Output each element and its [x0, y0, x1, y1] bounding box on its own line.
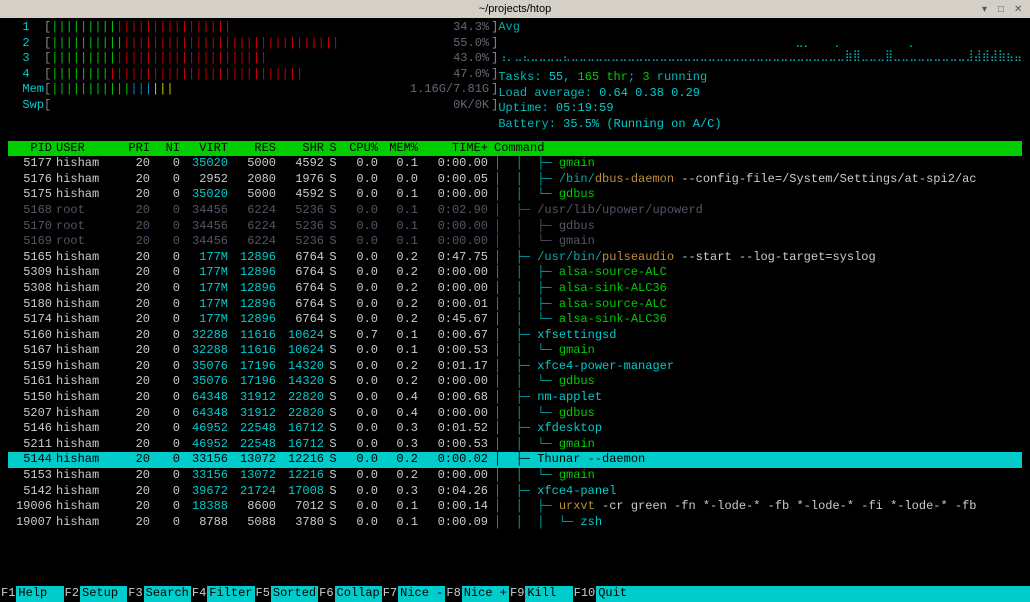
avg-label: Avg [498, 20, 1022, 36]
battery-line: Battery: 35.5% (Running on A/C) [498, 117, 1022, 133]
process-header-row[interactable]: PID USER PRI NI VIRT RES SHR S CPU% MEM%… [8, 141, 1022, 157]
cpu-meter-3: 3[||||||||||||||||||||||||||||||43.0%] [8, 51, 498, 67]
minimize-icon[interactable]: ▾ [982, 3, 994, 15]
flabel-f7[interactable]: Nice - [398, 586, 445, 602]
header-time[interactable]: TIME+ [420, 141, 490, 157]
process-row[interactable]: 5309hisham200177M128966764S0.00.20:00.00… [8, 265, 1022, 281]
process-row[interactable]: 5159hisham200350761719614320S0.00.20:01.… [8, 359, 1022, 375]
process-row[interactable]: 5308hisham200177M128966764S0.00.20:00.00… [8, 281, 1022, 297]
fkey-f3[interactable]: F3 [127, 586, 143, 602]
process-row[interactable]: 5180hisham200177M128966764S0.00.20:00.01… [8, 297, 1022, 313]
header-shr[interactable]: SHR [278, 141, 326, 157]
process-row[interactable]: 5167hisham200322881161610624S0.00.10:00.… [8, 343, 1022, 359]
process-row[interactable]: 5207hisham200643483191222820S0.00.40:00.… [8, 406, 1022, 422]
maximize-icon[interactable]: □ [998, 3, 1010, 15]
fkey-f2[interactable]: F2 [64, 586, 80, 602]
header-s[interactable]: S [326, 141, 340, 157]
uptime-line: Uptime: 05:19:59 [498, 101, 1022, 117]
terminal-body: 1[|||||||||||||||||||||||||34.3%] 2[||||… [0, 18, 1030, 532]
header-virt[interactable]: VIRT [182, 141, 230, 157]
fkey-f10[interactable]: F10 [573, 586, 597, 602]
header-mem[interactable]: MEM% [380, 141, 420, 157]
footer-filler [643, 586, 1030, 602]
cpu-graph-line1: ⣀⡀ ⢀ ⢀ [498, 36, 1022, 50]
process-row[interactable]: 19007hisham200878850883780S0.00.10:00.09… [8, 515, 1022, 531]
process-row[interactable]: 5146hisham200469522254816712S0.00.30:01.… [8, 421, 1022, 437]
header-cpu[interactable]: CPU% [340, 141, 380, 157]
process-list[interactable]: 5177hisham2003502050004592S0.00.10:00.00… [8, 156, 1022, 530]
header-cmd[interactable]: Command [490, 141, 1022, 157]
function-key-bar: F1Help F2Setup F3SearchF4FilterF5SortedF… [0, 586, 1030, 602]
process-row[interactable]: 5153hisham200331561307212216S0.00.20:00.… [8, 468, 1022, 484]
flabel-f9[interactable]: Kill [525, 586, 572, 602]
swap-meter: Swp[0K/0K] [8, 98, 498, 114]
process-row[interactable]: 5142hisham200396722172417008S0.00.30:04.… [8, 484, 1022, 500]
tasks-line: Tasks: 55, 165 thr; 3 running [498, 70, 1022, 86]
process-row[interactable]: 19006hisham2001838886007012S0.00.10:00.1… [8, 499, 1022, 515]
header-pid[interactable]: PID [8, 141, 54, 157]
flabel-f10[interactable]: Quit [596, 586, 643, 602]
process-row[interactable]: 5174hisham200177M128966764S0.00.20:45.67… [8, 312, 1022, 328]
cpu-meter-2: 2[||||||||||||||||||||||||||||||||||||||… [8, 36, 498, 52]
meters-right: Avg ⣀⡀ ⢀ ⢀ ⢠⡀⣀⣄⣀⣀⣀⣀⣄⣀⣀⣀⣀⣀⣀⣀⣀⣀⣀⣀⣀⣀⣀⣀⣀⣀⣀⣀⣀… [498, 20, 1022, 133]
flabel-f6[interactable]: Collap [335, 586, 382, 602]
fkey-f1[interactable]: F1 [0, 586, 16, 602]
cpu-meter-4: 4[|||||||||||||||||||||||||||||||||||47.… [8, 67, 498, 83]
cpu-meter-1: 1[|||||||||||||||||||||||||34.3%] [8, 20, 498, 36]
window-title: ~/projects/htop [479, 2, 551, 16]
cpu-graph-line2: ⢠⡀⣀⣄⣀⣀⣀⣀⣄⣀⣀⣀⣀⣀⣀⣀⣀⣀⣀⣀⣀⣀⣀⣀⣀⣀⣀⣀⣀⣀⣀⣀⣀⣀⣀⣀⣀⣀⣀⣀… [498, 50, 1022, 64]
fkey-f6[interactable]: F6 [318, 586, 334, 602]
meters-left: 1[|||||||||||||||||||||||||34.3%] 2[||||… [8, 20, 498, 133]
fkey-f5[interactable]: F5 [255, 586, 271, 602]
fkey-f7[interactable]: F7 [382, 586, 398, 602]
process-row[interactable]: 5175hisham2003502050004592S0.00.10:00.00… [8, 187, 1022, 203]
process-row[interactable]: 5161hisham200350761719614320S0.00.20:00.… [8, 374, 1022, 390]
process-row[interactable]: 5211hisham200469522254816712S0.00.30:00.… [8, 437, 1022, 453]
header-res[interactable]: RES [230, 141, 278, 157]
flabel-f2[interactable]: Setup [80, 586, 127, 602]
close-icon[interactable]: ✕ [1014, 3, 1026, 15]
process-row[interactable]: 5150hisham200643483191222820S0.00.40:00.… [8, 390, 1022, 406]
process-row[interactable]: 5144hisham200331561307212216S0.00.20:00.… [8, 452, 1022, 468]
fkey-f4[interactable]: F4 [191, 586, 207, 602]
process-row[interactable]: 5170root2003445662245236S0.00.10:00.00│ … [8, 219, 1022, 235]
process-row[interactable]: 5168root2003445662245236S0.00.10:02.90│ … [8, 203, 1022, 219]
flabel-f1[interactable]: Help [16, 586, 63, 602]
flabel-f5[interactable]: Sorted [271, 586, 318, 602]
window-titlebar: ~/projects/htop ▾ □ ✕ [0, 0, 1030, 18]
mem-meter: Mem[|||||||||||||||||1.16G/7.81G] [8, 82, 498, 98]
header-user[interactable]: USER [54, 141, 120, 157]
process-row[interactable]: 5169root2003445662245236S0.00.10:00.00│ … [8, 234, 1022, 250]
header-pri[interactable]: PRI [120, 141, 152, 157]
process-row[interactable]: 5177hisham2003502050004592S0.00.10:00.00… [8, 156, 1022, 172]
process-row[interactable]: 5160hisham200322881161610624S0.70.10:00.… [8, 328, 1022, 344]
flabel-f3[interactable]: Search [144, 586, 191, 602]
flabel-f8[interactable]: Nice + [462, 586, 509, 602]
process-row[interactable]: 5176hisham200295220801976S0.00.00:00.05│… [8, 172, 1022, 188]
header-ni[interactable]: NI [152, 141, 182, 157]
fkey-f8[interactable]: F8 [445, 586, 461, 602]
process-row[interactable]: 5165hisham200177M128966764S0.00.20:47.75… [8, 250, 1022, 266]
flabel-f4[interactable]: Filter [207, 586, 254, 602]
fkey-f9[interactable]: F9 [509, 586, 525, 602]
load-average-line: Load average: 0.64 0.38 0.29 [498, 86, 1022, 102]
